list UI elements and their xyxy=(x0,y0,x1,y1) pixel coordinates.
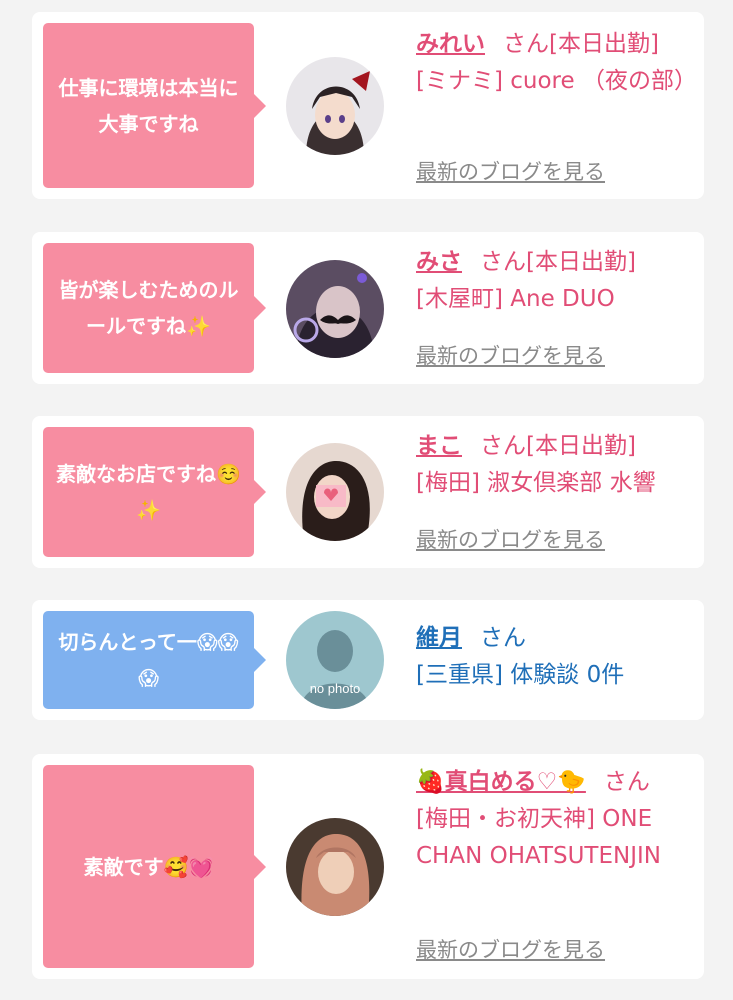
status-badge: [本日出勤] xyxy=(526,249,636,275)
comment-bubble: 仕事に環境は本当に大事ですね xyxy=(43,23,266,188)
shop-location: [梅田・お初天神] ONE CHAN OHATSUTENJIN xyxy=(416,806,661,869)
status-badge: [本日出勤] xyxy=(549,31,659,57)
avatar[interactable]: no photo xyxy=(286,611,384,709)
review-location: [三重県] 体験談 0件 xyxy=(416,662,625,688)
comment-bubble: 切らんとって一😱😱😱 xyxy=(43,611,266,709)
comment-card: 皆が楽しむためのルールですね✨ みさ さん[本日出勤] [木屋町] Ane DUO… xyxy=(32,232,704,384)
avatar-image xyxy=(286,260,384,358)
comment-card: 素敵なお店ですね☺️✨ まこ さん[本日出勤] [梅田] 淑女倶楽部 水響 最新の… xyxy=(32,416,704,568)
comment-text: 素敵なお店ですね☺️✨ xyxy=(56,462,241,522)
avatar[interactable] xyxy=(286,57,384,155)
user-info: みれい さん[本日出勤] [ミナミ] cuore （夜の部） xyxy=(416,26,697,100)
honorific: さん xyxy=(480,625,526,651)
avatar[interactable] xyxy=(286,818,384,916)
user-name-link[interactable]: みさ xyxy=(416,249,462,275)
avatar[interactable] xyxy=(286,260,384,358)
avatar-image xyxy=(286,818,384,916)
user-name-link[interactable]: 維月 xyxy=(416,625,462,651)
comment-card: 仕事に環境は本当に大事ですね みれい さん[本日出勤] [ミナミ] cuore （… xyxy=(32,12,704,199)
latest-blog-link[interactable]: 最新のブログを見る xyxy=(416,340,605,370)
shop-location: [木屋町] Ane DUO xyxy=(416,286,615,312)
honorific: さん xyxy=(480,249,526,275)
latest-blog-link[interactable]: 最新のブログを見る xyxy=(416,934,605,964)
avatar-image xyxy=(286,443,384,541)
latest-blog-link[interactable]: 最新のブログを見る xyxy=(416,524,605,554)
comment-text: 素敵です🥰💓 xyxy=(83,854,214,879)
user-name-link[interactable]: まこ xyxy=(416,433,462,459)
status-badge: [本日出勤] xyxy=(526,433,636,459)
latest-blog-link[interactable]: 最新のブログを見る xyxy=(416,156,605,186)
comment-bubble: 素敵です🥰💓 xyxy=(43,765,266,968)
honorific: さん xyxy=(503,31,549,57)
user-info: 維月 さん [三重県] 体験談 0件 xyxy=(416,620,696,694)
avatar-image: no photo xyxy=(286,611,384,709)
honorific: さん xyxy=(603,769,650,795)
honorific: さん xyxy=(480,433,526,459)
shop-location: [ミナミ] cuore （夜の部） xyxy=(416,68,697,94)
user-name-link[interactable]: 🍓真白める♡🐤 xyxy=(416,769,586,795)
comment-text: 皆が楽しむためのルールですね✨ xyxy=(58,278,239,338)
shop-location: [梅田] 淑女倶楽部 水響 xyxy=(416,470,656,496)
user-info: みさ さん[本日出勤] [木屋町] Ane DUO xyxy=(416,244,696,318)
comment-card: 切らんとって一😱😱😱 no photo 維月 さん [三重県] 体験談 0件 xyxy=(32,600,704,720)
comment-bubble: 皆が楽しむためのルールですね✨ xyxy=(43,243,266,373)
avatar[interactable] xyxy=(286,443,384,541)
comment-bubble: 素敵なお店ですね☺️✨ xyxy=(43,427,266,557)
user-name-link[interactable]: みれい xyxy=(416,31,485,57)
avatar-image xyxy=(286,57,384,155)
comment-text: 切らんとって一😱😱😱 xyxy=(58,630,239,690)
no-photo-label: no photo xyxy=(310,681,361,696)
user-info: まこ さん[本日出勤] [梅田] 淑女倶楽部 水響 xyxy=(416,428,696,502)
comment-text: 仕事に環境は本当に大事ですね xyxy=(58,75,239,136)
comment-card: 素敵です🥰💓 🍓真白める♡🐤 さん [梅田・お初天神] ONE CHAN OHAT… xyxy=(32,754,704,979)
user-info: 🍓真白める♡🐤 さん [梅田・お初天神] ONE CHAN OHATSUTENJI… xyxy=(416,764,696,875)
